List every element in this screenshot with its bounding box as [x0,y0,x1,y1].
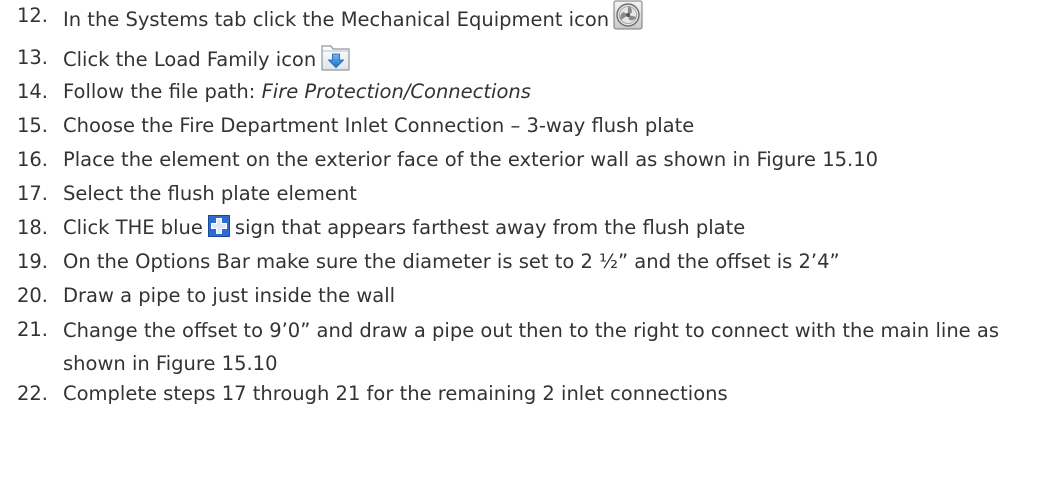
list-item: 13. Click the Load Family icon [0,42,1061,76]
step-text: Select the flush plate element [63,182,357,205]
load-family-icon [320,42,352,72]
list-item: 19. On the Options Bar make sure the dia… [0,246,1061,280]
list-item: 15. Choose the Fire Department Inlet Con… [0,110,1061,144]
step-text: Follow the file path: [63,80,262,103]
step-text: sign that appears farthest away from the… [234,216,746,239]
step-text: Choose the Fire Department Inlet Connect… [63,114,695,137]
step-number: 13. [16,46,48,69]
list-item: 18. Click THE blue sign that appears far… [0,212,1061,246]
step-text: Draw a pipe to just inside the wall [63,284,396,307]
step-number: 16. [16,148,48,171]
step-number: 12. [16,4,48,27]
step-text: Click the Load Family icon [63,48,317,71]
step-text: On the Options Bar make sure the diamete… [63,250,840,273]
step-number: 21. [16,318,48,341]
list-item: 21. Change the offset to 9’0” and draw a… [0,314,1061,380]
step-number: 20. [16,284,48,307]
step-text: Place the element on the exterior face o… [63,148,879,171]
step-number: 17. [16,182,48,205]
step-number: 18. [16,216,48,239]
step-number: 15. [16,114,48,137]
instruction-list: 12. In the Systems tab click the Mechani… [0,0,1061,406]
list-item: 20. Draw a pipe to just inside the wall [0,280,1061,314]
mechanical-equipment-icon [613,0,643,30]
step-number: 19. [16,250,48,273]
step-number: 22. [16,382,48,405]
file-path: Fire Protection/Connections [261,80,531,103]
list-item: 16. Place the element on the exterior fa… [0,144,1061,178]
list-item: 17. Select the flush plate element [0,178,1061,212]
list-item: 12. In the Systems tab click the Mechani… [0,0,1061,34]
step-text: Click THE blue [63,216,203,239]
step-number: 14. [16,80,48,103]
step-text: Change the offset to 9’0” and draw a pip… [63,319,999,375]
step-text: In the Systems tab click the Mechanical … [63,8,610,31]
list-item: 14. Follow the file path: Fire Protectio… [0,76,1061,110]
step-text: Complete steps 17 through 21 for the rem… [63,382,728,405]
list-item: 22. Complete steps 17 through 21 for the… [0,378,1061,412]
blue-plus-icon [207,215,230,237]
